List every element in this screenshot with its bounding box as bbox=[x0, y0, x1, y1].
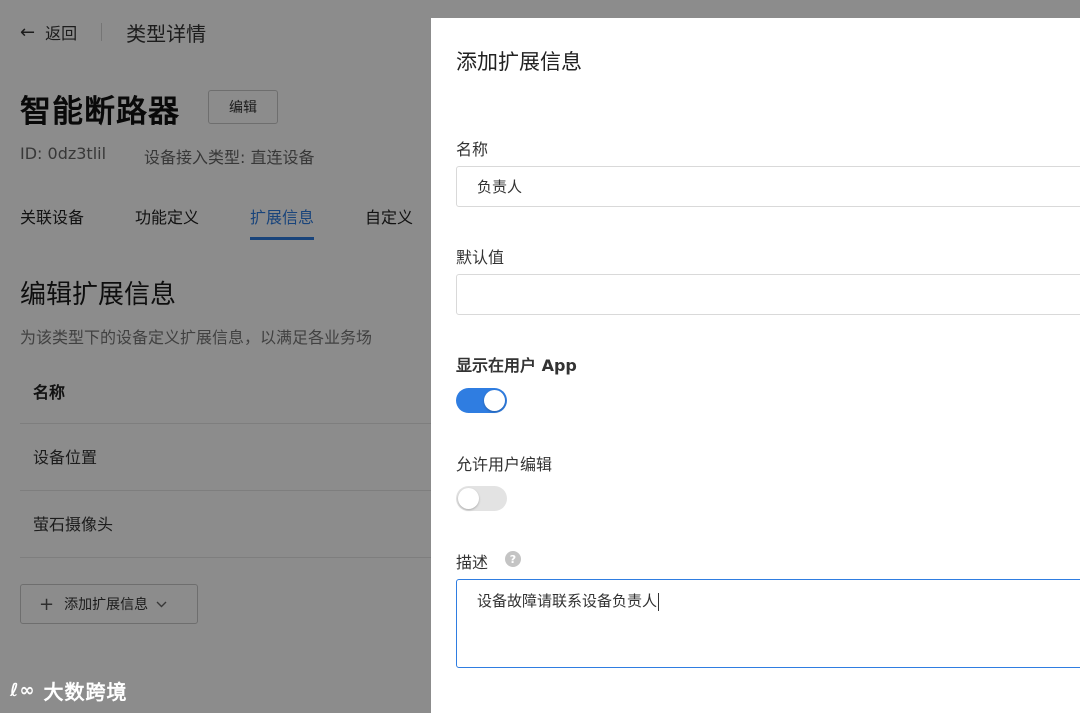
drawer-title: 添加扩展信息 bbox=[456, 50, 582, 74]
allow-edit-toggle[interactable] bbox=[456, 486, 507, 511]
name-input[interactable]: 负责人 bbox=[456, 166, 1080, 207]
show-in-app-label: 显示在用户 App bbox=[456, 356, 577, 375]
toggle-knob bbox=[484, 390, 505, 411]
watermark-logo-icon: ℓ∞ bbox=[10, 680, 36, 701]
allow-edit-label: 允许用户编辑 bbox=[456, 455, 553, 474]
toggle-knob bbox=[458, 488, 479, 509]
default-value-label: 默认值 bbox=[456, 248, 505, 267]
description-textarea[interactable]: 设备故障请联系设备负责人 bbox=[456, 579, 1080, 668]
name-label: 名称 bbox=[456, 140, 489, 159]
description-text: 设备故障请联系设备负责人 bbox=[477, 592, 658, 610]
add-extension-drawer: 添加扩展信息 名称 负责人 默认值 显示在用户 App 允许用户编辑 描述 ? … bbox=[431, 18, 1080, 713]
help-icon[interactable]: ? bbox=[505, 551, 521, 567]
watermark-text: 大数跨境 bbox=[43, 680, 128, 704]
show-in-app-toggle[interactable] bbox=[456, 388, 507, 413]
watermark: ℓ∞ 大数跨境 bbox=[10, 676, 127, 705]
text-caret bbox=[658, 592, 660, 611]
default-value-input[interactable] bbox=[456, 274, 1080, 315]
description-label: 描述 bbox=[456, 553, 489, 572]
